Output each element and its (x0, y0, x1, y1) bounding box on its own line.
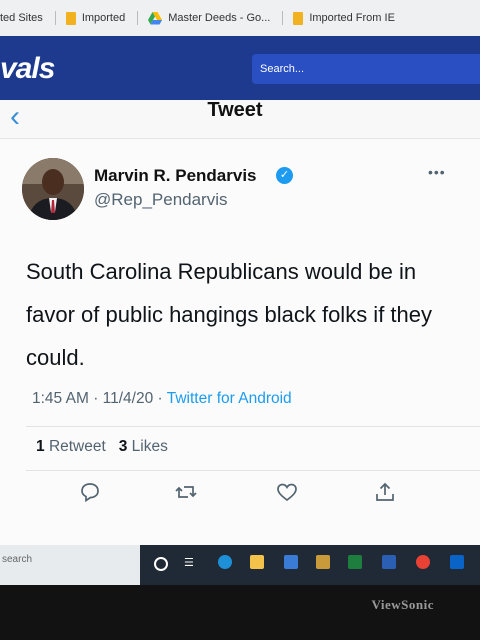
bookmark-master-deeds[interactable]: Master Deeds - Go... (137, 11, 270, 25)
cortana-icon[interactable] (154, 557, 168, 571)
avatar[interactable] (22, 158, 84, 220)
divider (26, 470, 480, 471)
browser-screen: ted Sites Imported Master Deeds - Go... … (0, 0, 480, 585)
like-count: 3 (118, 438, 128, 455)
profile-photo-icon (22, 158, 84, 220)
taskbar-search-input[interactable]: search (0, 545, 140, 585)
tweet-source-link[interactable]: Twitter for Android (167, 390, 292, 407)
tweet-time: 1:45 AM (32, 390, 89, 407)
user-handle[interactable]: @Rep_Pendarvis (94, 190, 228, 210)
tweet-header: ‹ Tweet (0, 100, 480, 139)
file-explorer-icon[interactable] (250, 555, 264, 569)
app-icon[interactable] (316, 555, 330, 569)
bookmark-imported[interactable]: Imported (54, 11, 126, 25)
bookmark-imported-from-ie[interactable]: Imported From IE (282, 11, 395, 25)
retweet-count: 1 (36, 438, 45, 455)
bookmark-suggested-sites[interactable]: ted Sites (0, 12, 43, 24)
tweet-actions (0, 472, 480, 512)
retweet-label: Retweet (48, 438, 106, 455)
retweet-icon[interactable] (174, 480, 198, 504)
outlook-icon[interactable] (450, 555, 464, 569)
share-icon[interactable] (373, 480, 397, 504)
like-heart-icon[interactable] (275, 480, 299, 504)
tweet-timestamp: 1:45 AM · 11/4/20 · Twitter for Android (32, 390, 292, 408)
excel-icon[interactable] (348, 555, 362, 569)
google-drive-icon (148, 11, 163, 24)
monitor-bezel: ViewSonic (0, 585, 480, 640)
folder-icon (293, 11, 304, 25)
bookmark-separator (282, 11, 284, 25)
folder-icon (65, 11, 76, 25)
retweet-stat[interactable]: 1 Retweet (36, 438, 106, 455)
display-name[interactable]: Marvin R. Pendarvis (94, 166, 257, 186)
bookmark-separator (54, 11, 56, 25)
reply-icon[interactable] (78, 480, 102, 504)
bookmark-label: Imported From IE (309, 12, 395, 24)
site-header: vals Search... (0, 36, 480, 100)
site-logo[interactable]: vals (0, 52, 55, 86)
bookmarks-bar: ted Sites Imported Master Deeds - Go... … (0, 0, 480, 37)
more-options-icon[interactable]: ••• (428, 164, 446, 180)
tweet-stats: 1 Retweet 3 Likes (36, 438, 168, 456)
tweet-text: South Carolina Republicans would be in f… (26, 259, 433, 370)
monitor-brand-logo: ViewSonic (371, 597, 434, 612)
likes-label: Likes (131, 438, 168, 455)
word-icon[interactable] (382, 555, 396, 569)
site-search-input[interactable]: Search... (252, 54, 480, 84)
tweet-card: ‹ Tweet Marvin R. Pendarvis ✓ @Rep_Penda… (0, 100, 480, 555)
verified-badge-icon: ✓ (276, 167, 293, 184)
bookmark-label: ted Sites (0, 12, 43, 24)
tweet-header-title: Tweet (207, 99, 263, 121)
divider (26, 426, 480, 427)
tweet-date: 11/4/20 (102, 390, 154, 407)
meta-separator: · (93, 390, 103, 407)
bookmark-separator (137, 11, 139, 25)
edge-icon[interactable] (218, 555, 232, 569)
bookmark-label: Imported (81, 12, 126, 24)
bookmark-label: Master Deeds - Go... (168, 12, 271, 24)
chrome-icon[interactable] (416, 555, 430, 569)
likes-stat[interactable]: 3 Likes (119, 438, 168, 455)
windows-taskbar: search ☰ (0, 545, 480, 585)
store-icon[interactable] (284, 555, 298, 569)
meta-separator: · (157, 390, 167, 407)
task-view-icon[interactable]: ☰ (184, 557, 194, 569)
